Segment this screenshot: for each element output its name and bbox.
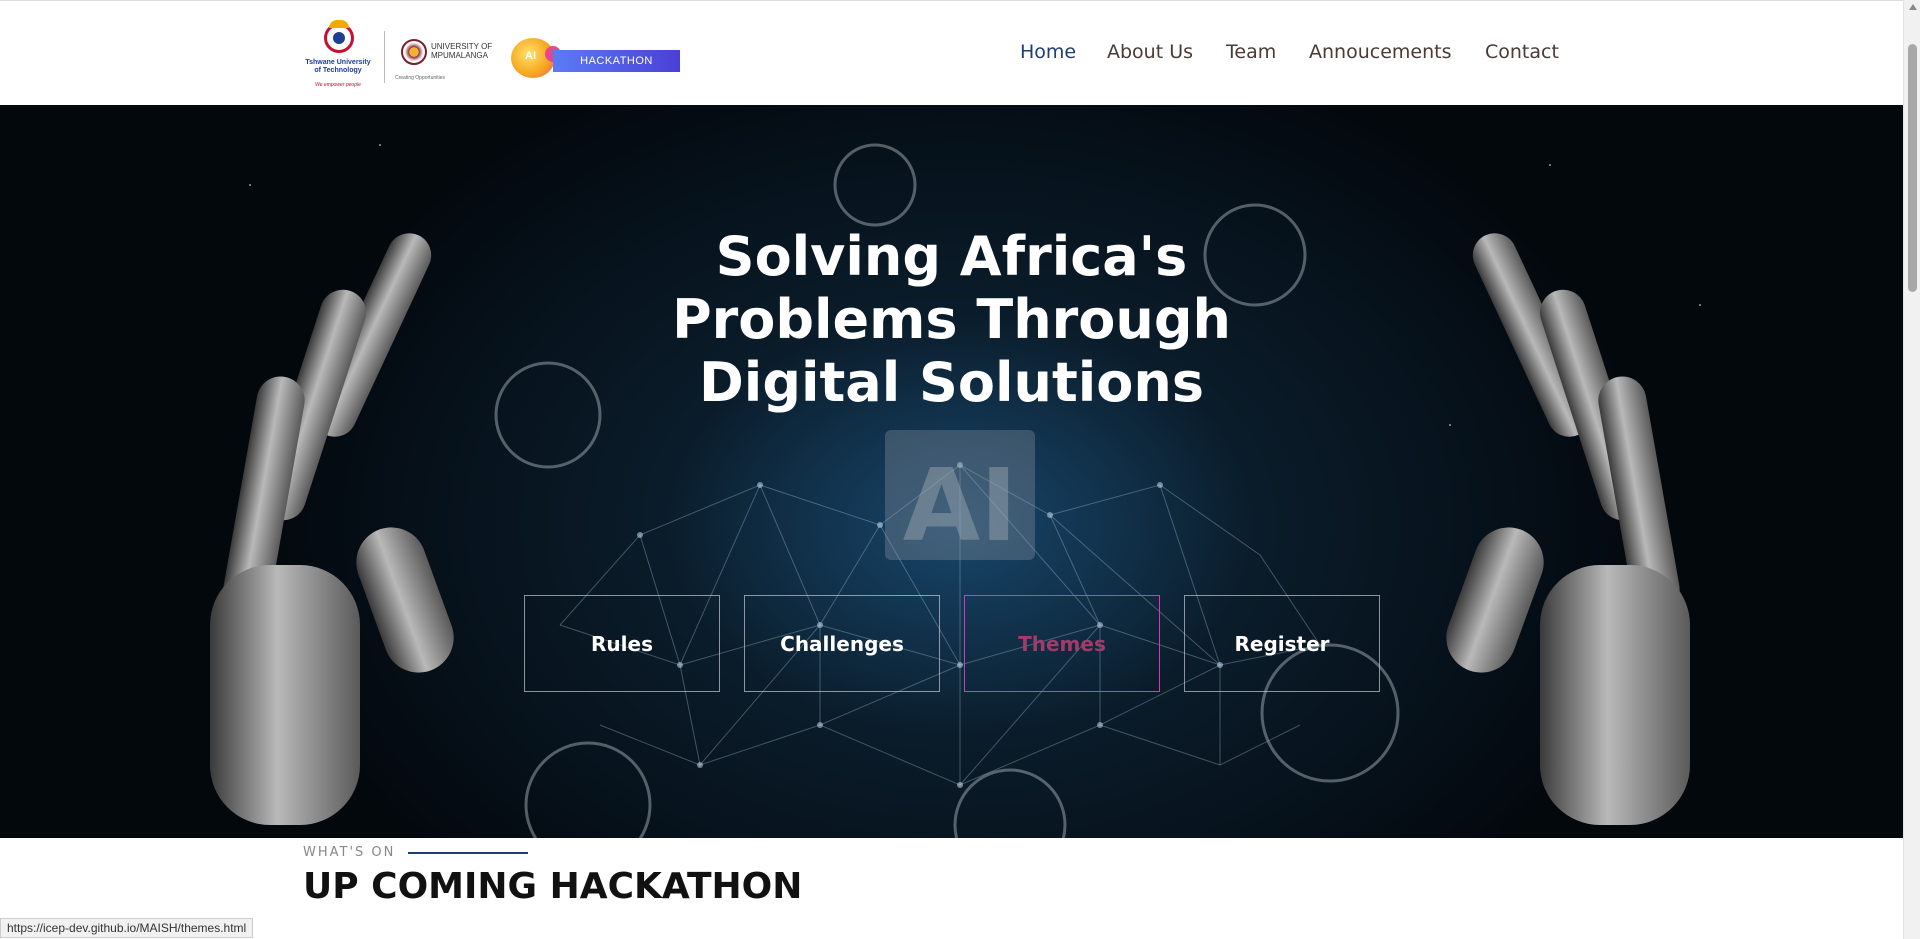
hero-title-line3: Digital Solutions [698, 351, 1204, 414]
page-scrollbar[interactable] [1903, 0, 1920, 939]
nav-home[interactable]: Home [1020, 41, 1076, 63]
rules-button[interactable]: Rules [524, 595, 720, 692]
ump-tagline: Creating Opportunities [395, 75, 446, 81]
hero-title-line1: Solving Africa's [715, 225, 1188, 288]
hero-section: AI Solving Africa's Problems Through Dig… [0, 105, 1903, 838]
nav-contact[interactable]: Contact [1485, 41, 1559, 63]
eyebrow-underline [408, 852, 528, 854]
scroll-thumb[interactable] [1908, 44, 1917, 292]
register-button[interactable]: Register [1184, 595, 1380, 692]
hero-title: Solving Africa's Problems Through Digita… [0, 225, 1903, 414]
nav-announcements[interactable]: Annoucements [1309, 41, 1451, 63]
challenges-button[interactable]: Challenges [744, 595, 940, 692]
link-status-bar: https://icep-dev.github.io/MAISH/themes.… [0, 918, 254, 938]
nav-team[interactable]: Team [1226, 41, 1276, 63]
main-nav: Home About Us Team Annoucements Contact [0, 41, 1903, 65]
section-eyebrow: WHAT'S ON [303, 845, 396, 860]
scroll-up-icon[interactable] [1909, 4, 1917, 10]
hero-title-line2: Problems Through [672, 288, 1231, 351]
site-header: Tshwane University of Technology We empo… [0, 0, 1903, 105]
tut-tagline: We empower people [315, 82, 361, 88]
svg-text:AI: AI [903, 447, 1018, 564]
nav-about-us[interactable]: About Us [1107, 41, 1193, 63]
themes-button[interactable]: Themes [964, 595, 1160, 692]
section-title: UP COMING HACKATHON [303, 866, 803, 907]
